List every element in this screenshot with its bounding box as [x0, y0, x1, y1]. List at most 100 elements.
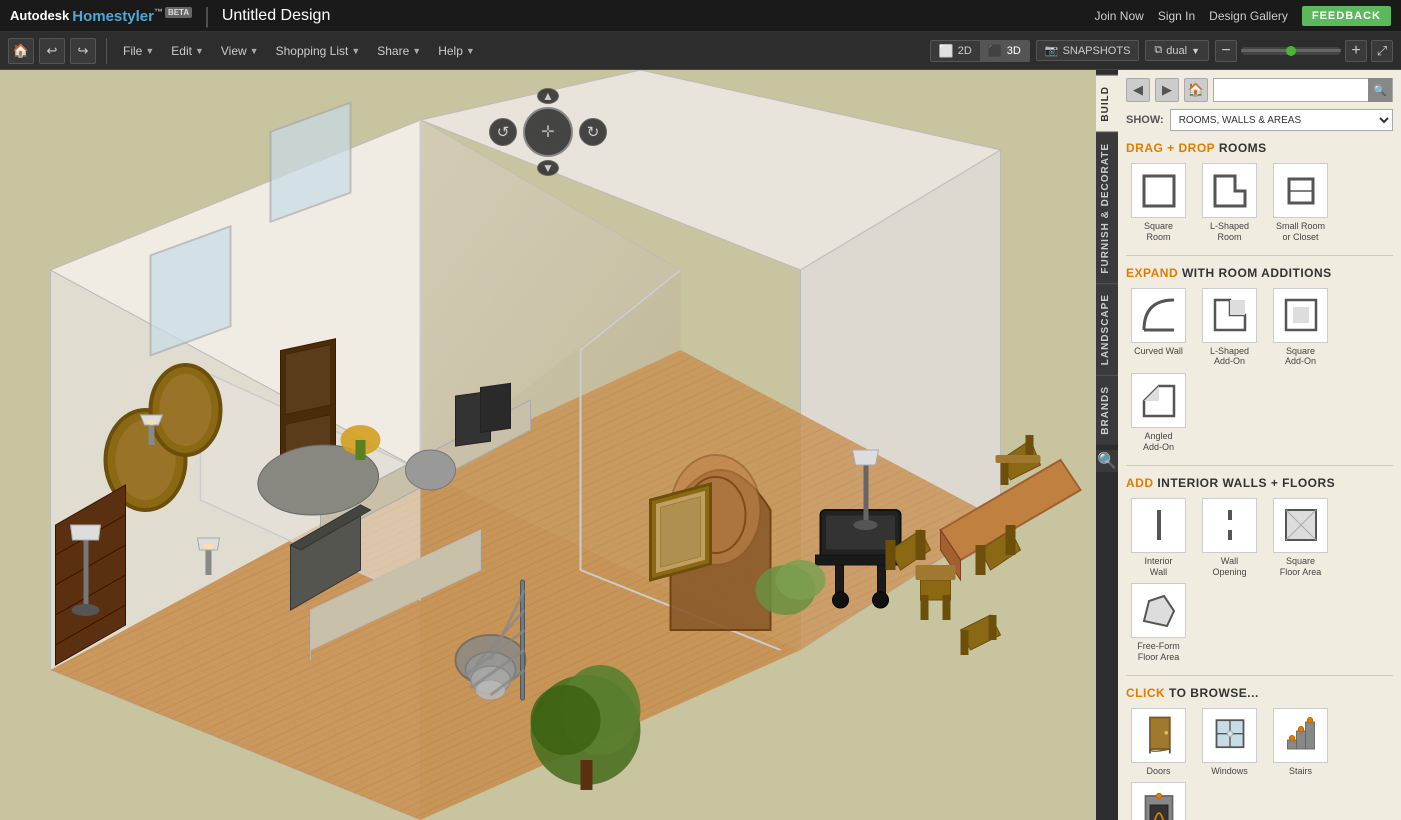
logo-autodesk: Autodesk — [10, 8, 69, 23]
panel-content: ◀ ▶ 🏠 🔍 SHOW: ROOMS, WALLS & AREAS ALL F… — [1118, 70, 1401, 820]
redo-button[interactable]: ↪ — [70, 38, 96, 64]
fullscreen-button[interactable]: ⤢ — [1371, 40, 1393, 62]
shopping-list-menu[interactable]: Shopping List ▼ — [270, 42, 367, 60]
panel-back-button[interactable]: ◀ — [1126, 78, 1150, 102]
interior-wall-label: InteriorWall — [1144, 556, 1172, 578]
section-divider-2 — [1126, 465, 1393, 466]
help-menu[interactable]: Help ▼ — [432, 42, 481, 60]
doors-label: Doors — [1146, 766, 1170, 776]
angled-addon-card[interactable]: AngledAdd-On — [1126, 373, 1191, 453]
file-menu[interactable]: File ▼ — [117, 42, 160, 60]
freeform-floor-card[interactable]: Free-FormFloor Area — [1126, 583, 1191, 663]
show-dropdown[interactable]: ROOMS, WALLS & AREAS ALL FURNITURE FLOOR… — [1170, 109, 1393, 131]
canvas-area[interactable]: ▲ ↺ ✛ ↻ ▼ — [0, 70, 1096, 820]
doors-card[interactable]: Doors — [1126, 708, 1191, 776]
side-tabs: BUILD FURNISH & DECORATE LANDSCAPE BRAND… — [1096, 70, 1118, 820]
edit-menu[interactable]: Edit ▼ — [165, 42, 210, 60]
add-walls-heading: ADD INTERIOR WALLS + FLOORS — [1126, 476, 1393, 490]
share-menu[interactable]: Share ▼ — [371, 42, 427, 60]
section-divider-3 — [1126, 675, 1393, 676]
dual-arrow: ▼ — [1191, 46, 1200, 56]
nav-rotate-right-button[interactable]: ↻ — [579, 118, 607, 146]
2d-label: 2D — [958, 45, 972, 57]
stairs-label: Stairs — [1289, 766, 1312, 776]
stairs-card[interactable]: Stairs — [1268, 708, 1333, 776]
design-title: Untitled Design — [222, 7, 331, 25]
room-3d-view[interactable]: Wall — [0, 70, 1096, 820]
nav-down-button[interactable]: ▼ — [537, 160, 559, 176]
undo-button[interactable]: ↩ — [39, 38, 65, 64]
build-tab[interactable]: BUILD — [1096, 75, 1118, 132]
nav-up-button[interactable]: ▲ — [537, 88, 559, 104]
search-tab[interactable]: 🔍 — [1096, 450, 1118, 472]
view-2d-button[interactable]: ⬜ 2D — [931, 41, 980, 61]
dual-label: dual — [1166, 45, 1187, 57]
nav-cross: ✛ — [541, 122, 554, 142]
top-nav-links: Join Now Sign In Design Gallery FEEDBACK — [1094, 6, 1391, 26]
square-addon-icon — [1273, 288, 1328, 343]
square-room-card[interactable]: SquareRoom — [1126, 163, 1191, 243]
lshaped-addon-card[interactable]: L-ShapedAdd-On — [1197, 288, 1262, 368]
zoom-controls: − + ⤢ — [1215, 40, 1393, 62]
stairs-icon — [1273, 708, 1328, 763]
toolbar: 🏠 ↩ ↪ File ▼ Edit ▼ View ▼ Shopping List… — [0, 32, 1401, 70]
toolbar-separator-1 — [106, 38, 107, 64]
zoom-out-button[interactable]: − — [1215, 40, 1237, 62]
freeform-floor-label: Free-FormFloor Area — [1137, 641, 1180, 663]
brands-tab[interactable]: BRANDS — [1096, 375, 1118, 445]
landscape-tab[interactable]: LANDSCAPE — [1096, 283, 1118, 375]
square-room-label: SquareRoom — [1144, 221, 1173, 243]
top-bar: Autodesk Homestyler™BETA | Untitled Desi… — [0, 0, 1401, 32]
logo-area: Autodesk Homestyler™BETA | Untitled Desi… — [10, 3, 1094, 29]
lshaped-room-icon — [1202, 163, 1257, 218]
lshaped-addon-icon — [1202, 288, 1257, 343]
windows-card[interactable]: Windows — [1197, 708, 1262, 776]
fireplaces-card[interactable]: Fireplaces — [1126, 782, 1191, 820]
panel-search-box[interactable]: 🔍 — [1213, 78, 1393, 102]
camera-icon: 📷 — [1045, 44, 1059, 57]
browse-grid: Doors Windows — [1126, 708, 1393, 820]
curved-wall-card[interactable]: Curved Wall — [1126, 288, 1191, 368]
section-divider-1 — [1126, 255, 1393, 256]
additions-grid: Curved Wall L-ShapedAdd-On — [1126, 288, 1393, 453]
curved-wall-label: Curved Wall — [1134, 346, 1183, 357]
panel-search-button[interactable]: 🔍 — [1368, 78, 1392, 102]
toolbar-right: ⬜ 2D ⬛ 3D 📷 SNAPSHOTS ⧉ dual ▼ − + ⤢ — [930, 40, 1393, 62]
panel-home-button[interactable]: 🏠 — [1184, 78, 1208, 102]
interior-wall-card[interactable]: InteriorWall — [1126, 498, 1191, 578]
small-room-card[interactable]: Small Roomor Closet — [1268, 163, 1333, 243]
square-floor-card[interactable]: SquareFloor Area — [1268, 498, 1333, 578]
sign-in-link[interactable]: Sign In — [1158, 9, 1195, 23]
zoom-in-button[interactable]: + — [1345, 40, 1367, 62]
furnish-decorate-tab[interactable]: FURNISH & DECORATE — [1096, 132, 1118, 284]
snapshots-label: SNAPSHOTS — [1063, 45, 1131, 57]
square-room-icon — [1131, 163, 1186, 218]
home-button[interactable]: 🏠 — [8, 38, 34, 64]
nav-rotate-left-button[interactable]: ↺ — [489, 118, 517, 146]
snapshots-button[interactable]: 📷 SNAPSHOTS — [1036, 40, 1140, 61]
small-room-icon — [1273, 163, 1328, 218]
browse-heading: CLICK TO BROWSE... — [1126, 686, 1393, 700]
panel-search-input[interactable] — [1214, 84, 1368, 96]
nav-center-ring: ✛ — [523, 107, 573, 157]
curved-wall-icon — [1131, 288, 1186, 343]
view-3d-button[interactable]: ⬛ 3D — [980, 41, 1029, 61]
lshaped-addon-label: L-ShapedAdd-On — [1210, 346, 1249, 368]
view-menu[interactable]: View ▼ — [215, 42, 265, 60]
design-gallery-link[interactable]: Design Gallery — [1209, 9, 1288, 23]
main-area: ▲ ↺ ✛ ↻ ▼ — [0, 70, 1401, 820]
3d-icon: ⬛ — [988, 44, 1003, 58]
feedback-button[interactable]: FEEDBACK — [1302, 6, 1391, 26]
right-panel: BUILD FURNISH & DECORATE LANDSCAPE BRAND… — [1096, 70, 1401, 820]
lshaped-room-card[interactable]: L-ShapedRoom — [1197, 163, 1262, 243]
zoom-slider[interactable] — [1241, 47, 1341, 55]
dual-button[interactable]: ⧉ dual ▼ — [1145, 40, 1209, 61]
panel-forward-button[interactable]: ▶ — [1155, 78, 1179, 102]
drag-drop-heading: DRAG + DROP ROOMS — [1126, 141, 1393, 155]
fireplaces-icon — [1131, 782, 1186, 820]
windows-icon — [1202, 708, 1257, 763]
wall-opening-card[interactable]: WallOpening — [1197, 498, 1262, 578]
join-now-link[interactable]: Join Now — [1094, 9, 1143, 23]
square-addon-card[interactable]: SquareAdd-On — [1268, 288, 1333, 368]
square-floor-label: SquareFloor Area — [1280, 556, 1322, 578]
